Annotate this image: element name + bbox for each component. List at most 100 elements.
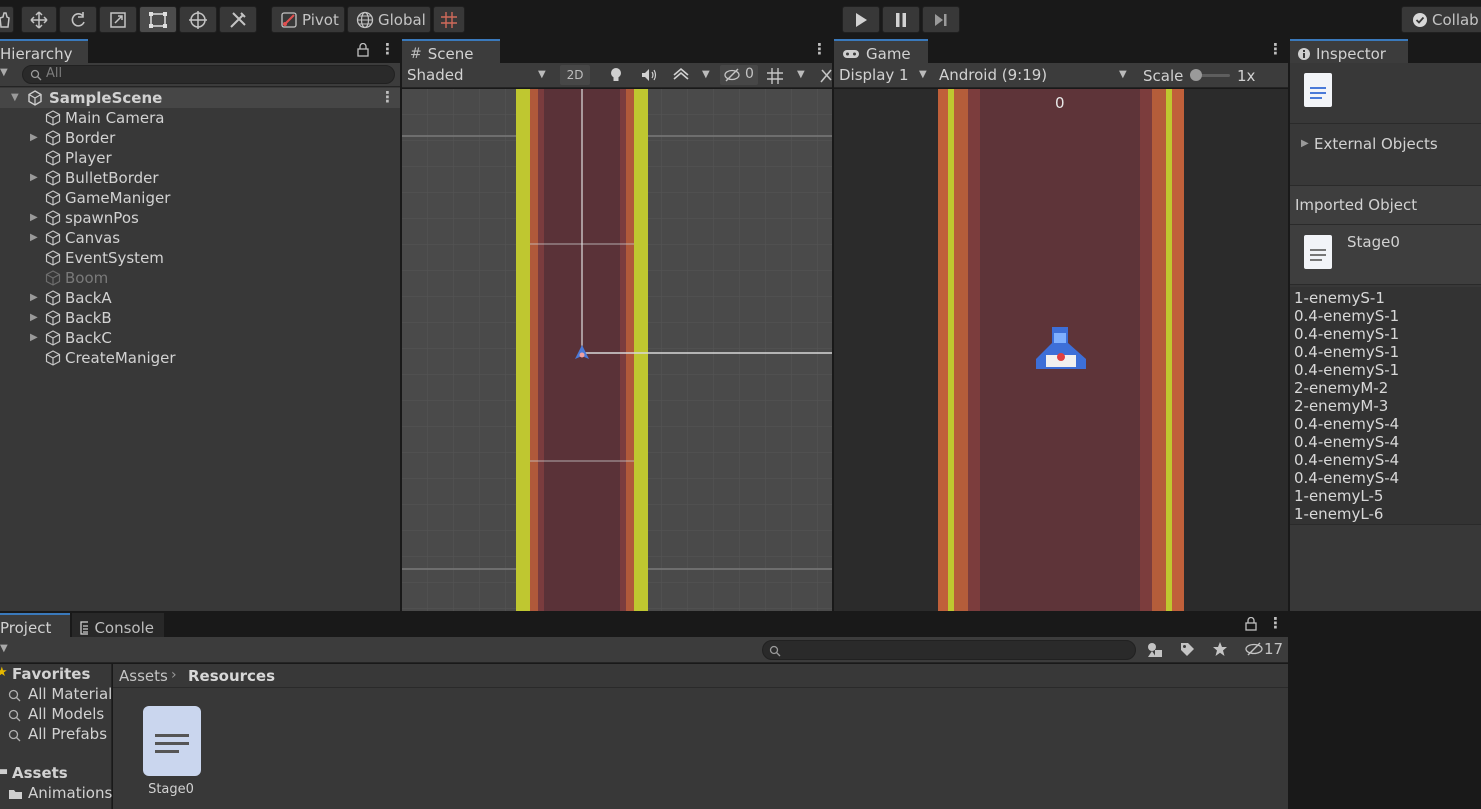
move-icon (30, 10, 48, 29)
hierarchy-item[interactable]: Player (0, 148, 400, 168)
create-dropdown-icon[interactable]: ▼ (0, 643, 8, 654)
hierarchy-item[interactable]: ▶ Border (0, 128, 400, 148)
game-menu-icon[interactable]: ⋮ (1268, 40, 1283, 58)
shading-value: Shaded (407, 66, 464, 84)
text-preview-line: 0.4-enemyS-1 (1294, 307, 1400, 325)
hierarchy-search-input[interactable]: All (22, 65, 395, 84)
project-search-input[interactable] (762, 640, 1136, 660)
text-preview-line: 0.4-enemyS-1 (1294, 343, 1400, 361)
move-tool-button[interactable] (21, 6, 57, 33)
scene-tabbar: # Scene ⋮ (402, 39, 832, 64)
tab-project[interactable]: Project (0, 613, 70, 638)
gameobject-cube-icon (45, 270, 61, 286)
step-button[interactable] (922, 6, 960, 33)
gameobject-cube-icon (45, 250, 61, 266)
hierarchy-item[interactable]: ▶ spawnPos (0, 208, 400, 228)
tab-console[interactable]: Console (72, 613, 164, 638)
expand-arrow-icon[interactable]: ▶ (30, 132, 38, 143)
expand-arrow-icon[interactable]: ▶ (30, 212, 38, 223)
expand-arrow-icon: ▶ (1301, 138, 1309, 149)
toggle-2d-button[interactable]: 2D (560, 65, 590, 85)
filter-type-icon[interactable] (1146, 641, 1164, 659)
global-toggle[interactable]: Global (347, 6, 431, 33)
favorites-folder[interactable]: ★ Favorites (0, 665, 112, 685)
gameobject-cube-icon (45, 190, 61, 206)
resolution-dropdown[interactable]: Android (9:19) ▼ (935, 63, 1135, 87)
breadcrumb-assets[interactable]: Assets (119, 667, 168, 685)
expand-arrow-icon[interactable]: ▶ (30, 292, 38, 303)
hierarchy-item[interactable]: ▶ BackB (0, 308, 400, 328)
display-dropdown[interactable]: Display 1 ▼ (834, 63, 934, 87)
expand-arrow-icon[interactable]: ▼ (11, 92, 19, 103)
favorite-item[interactable]: All Prefabs (6, 725, 112, 745)
effects-icon[interactable] (672, 67, 690, 83)
custom-tool-button[interactable] (219, 6, 257, 33)
scene-menu-icon[interactable]: ⋮ (812, 40, 827, 58)
tab-hierarchy[interactable]: Hierarchy (0, 39, 88, 64)
audio-icon[interactable] (640, 67, 658, 83)
pivot-toggle[interactable]: Pivot (271, 6, 345, 33)
project-menu-icon[interactable]: ⋮ (1268, 614, 1283, 632)
hierarchy-item[interactable]: Boom (0, 268, 400, 288)
grid-icon[interactable] (766, 67, 784, 85)
hierarchy-item[interactable]: ▶ BulletBorder (0, 168, 400, 188)
play-button[interactable] (842, 6, 880, 33)
rect-tool-button[interactable] (139, 6, 177, 33)
tab-inspector[interactable]: Inspector (1290, 39, 1408, 64)
lock-icon[interactable] (1245, 617, 1257, 631)
folder-animations[interactable]: Animations (8, 784, 112, 804)
breadcrumb-resources[interactable]: Resources (188, 667, 275, 685)
hand-tool-button[interactable] (0, 6, 14, 33)
grid-snap-button[interactable] (433, 6, 465, 33)
hierarchy-item[interactable]: CreateManiger (0, 348, 400, 368)
search-icon (8, 689, 21, 702)
favorite-item[interactable]: All Models (6, 705, 112, 725)
text-preview-line: 0.4-enemyS-4 (1294, 415, 1400, 433)
hierarchy-item[interactable]: ▶ BackA (0, 288, 400, 308)
text-preview-line: 1-enemyL-5 (1294, 487, 1384, 505)
scene-visibility-toggle[interactable]: 0 (720, 65, 758, 85)
scene-root-row[interactable]: ▼ SampleScene ⋮ (0, 88, 400, 108)
scale-tool-button[interactable] (99, 6, 137, 33)
assets-folder[interactable]: ▬ Assets (0, 764, 112, 784)
hierarchy-item[interactable]: ▶ Canvas (0, 228, 400, 248)
transform-tool-button[interactable] (179, 6, 217, 33)
collab-button[interactable]: Collab (1401, 6, 1481, 33)
scene-menu-icon[interactable]: ⋮ (380, 88, 395, 106)
expand-arrow-icon[interactable]: ▶ (30, 312, 38, 323)
lock-icon[interactable] (357, 43, 369, 57)
check-circle-icon (1413, 12, 1427, 27)
hierarchy-item[interactable]: Main Camera (0, 108, 400, 128)
text-preview-line: 0.4-enemyS-4 (1294, 451, 1400, 469)
lightbulb-icon[interactable] (608, 67, 624, 83)
create-dropdown-icon[interactable]: ▼ (0, 67, 8, 78)
inspector-tab-label: Inspector (1316, 45, 1386, 63)
effects-dropdown-icon[interactable]: ▼ (702, 69, 710, 80)
tab-scene[interactable]: # Scene (402, 39, 500, 64)
hidden-eye-icon[interactable] (1244, 642, 1264, 656)
scale-slider[interactable] (1190, 69, 1230, 81)
pause-button[interactable] (882, 6, 920, 33)
project-content: Assets › Resources Stage0 (113, 664, 1288, 809)
hierarchy-menu-icon[interactable]: ⋮ (380, 40, 395, 58)
scene-view[interactable] (402, 89, 832, 611)
shading-dropdown[interactable]: Shaded ▼ (402, 63, 552, 87)
rect-tool-icon (149, 11, 167, 28)
scale-slider-handle[interactable] (1190, 69, 1202, 81)
expand-arrow-icon[interactable]: ▶ (30, 172, 38, 183)
expand-arrow-icon[interactable]: ▶ (30, 332, 38, 343)
star-icon[interactable] (1212, 641, 1228, 657)
label-tag-icon[interactable] (1179, 641, 1195, 657)
favorite-item[interactable]: All Material: (6, 685, 112, 705)
expand-arrow-icon[interactable]: ▶ (30, 232, 38, 243)
game-view[interactable]: 0 (834, 89, 1288, 611)
hierarchy-item[interactable]: GameManiger (0, 188, 400, 208)
external-objects-foldout[interactable]: ▶ External Objects (1298, 135, 1478, 155)
asset-tile[interactable]: Stage0 (139, 706, 203, 806)
hierarchy-item[interactable]: ▶ BackC (0, 328, 400, 348)
tools-icon[interactable] (820, 67, 832, 83)
rotate-tool-button[interactable] (59, 6, 97, 33)
tab-game[interactable]: Game (834, 39, 928, 64)
hierarchy-item[interactable]: EventSystem (0, 248, 400, 268)
grid-dropdown-icon[interactable]: ▼ (797, 69, 805, 80)
